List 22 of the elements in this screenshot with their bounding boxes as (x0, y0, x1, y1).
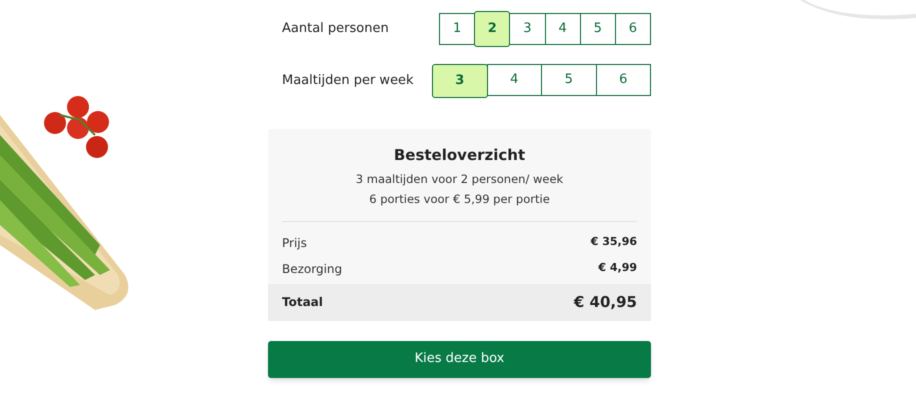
option-button[interactable]: 6 (596, 64, 651, 96)
row-label: Prijs (282, 234, 307, 252)
option-button[interactable]: 6 (614, 13, 652, 45)
summary-text: 6 porties voor € 5,99 per portie (369, 190, 550, 206)
field-label: Aantal personen (282, 20, 389, 38)
option-button[interactable]: 3 (509, 13, 546, 45)
total-label: Totaal (282, 294, 323, 311)
option-button[interactable]: 2 (474, 11, 510, 47)
field-label: Maaltijden per week (282, 72, 414, 90)
option-button[interactable]: 5 (541, 64, 596, 96)
total-value: € 40,95 (574, 292, 637, 313)
option-button[interactable]: 5 (580, 13, 616, 45)
row-label: Bezorging (282, 260, 342, 278)
choose-box-button[interactable]: Kies deze box (268, 340, 651, 378)
option-button[interactable]: 3 (432, 64, 488, 98)
option-button[interactable]: 1 (439, 13, 476, 45)
summary-title: Besteloverzicht (394, 145, 526, 166)
row-value: € 4,99 (598, 260, 637, 276)
row-value: € 35,96 (590, 234, 637, 250)
option-button[interactable]: 4 (486, 64, 542, 96)
option-button[interactable]: 4 (544, 13, 581, 45)
summary-text: 3 maaltijden voor 2 personen/ week (356, 170, 564, 186)
